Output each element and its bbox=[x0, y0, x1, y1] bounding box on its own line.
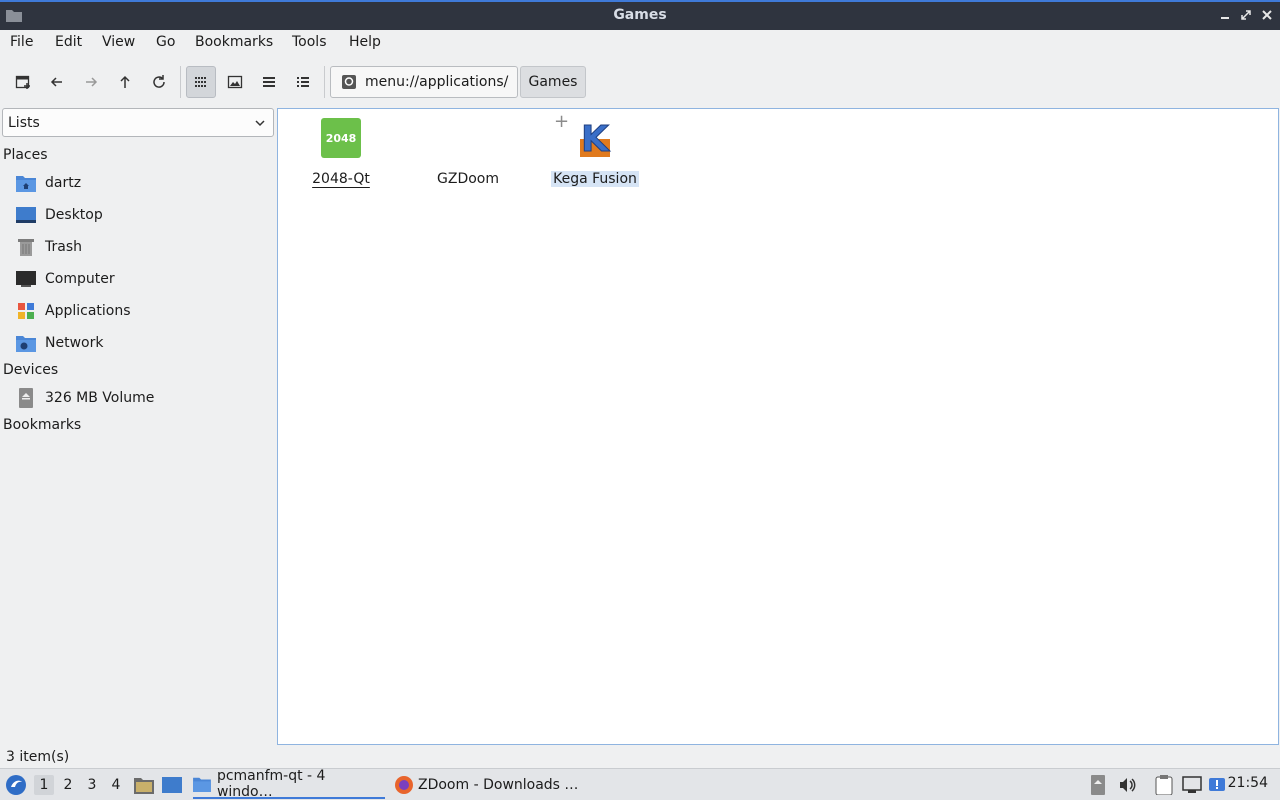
file-item-gzdoom[interactable]: GZDoom bbox=[413, 115, 523, 187]
show-desktop-icon[interactable] bbox=[162, 769, 182, 800]
title-bar: Games bbox=[0, 0, 1280, 30]
toolbar-separator bbox=[180, 66, 181, 98]
detailed-list-view-button[interactable] bbox=[288, 66, 318, 98]
task-pcmanfm[interactable]: pcmanfm-qt - 4 windo… bbox=[193, 768, 385, 800]
window-title: Games bbox=[613, 7, 667, 23]
menu-go[interactable]: Go bbox=[156, 34, 175, 50]
side-pane-mode-select[interactable]: Lists bbox=[2, 108, 274, 137]
forward-button[interactable] bbox=[76, 66, 106, 98]
firefox-icon bbox=[395, 776, 413, 794]
sidebar-item-volume[interactable]: 326 MB Volume bbox=[16, 384, 274, 412]
path-bar[interactable]: menu://applications/ bbox=[330, 66, 518, 98]
menu-bookmarks[interactable]: Bookmarks bbox=[195, 34, 273, 50]
toolbar-separator bbox=[324, 66, 325, 98]
sidebar-item-label: Desktop bbox=[45, 207, 103, 223]
clock[interactable]: 21:54 bbox=[1228, 775, 1268, 791]
gzdoom-icon bbox=[447, 117, 489, 159]
sidebar-item-label: Network bbox=[45, 335, 104, 351]
chevron-down-icon bbox=[253, 116, 267, 130]
volume-icon[interactable] bbox=[1118, 769, 1136, 800]
workspace-2[interactable]: 2 bbox=[58, 775, 78, 795]
kega-fusion-icon: K bbox=[574, 117, 616, 159]
new-tab-button[interactable] bbox=[8, 66, 38, 98]
sidebar-item-label: 326 MB Volume bbox=[45, 390, 155, 406]
menu-bar: File Edit View Go Bookmarks Tools Help bbox=[0, 30, 1280, 56]
compact-view-button[interactable] bbox=[254, 66, 284, 98]
task-label: ZDoom - Downloads … bbox=[418, 777, 579, 793]
menu-help[interactable]: Help bbox=[349, 34, 381, 50]
back-button[interactable] bbox=[42, 66, 72, 98]
toolbar: menu://applications/ Games bbox=[0, 58, 1280, 106]
menu-view[interactable]: View bbox=[102, 34, 135, 50]
path-text: menu://applications/ bbox=[365, 74, 509, 90]
workspace-4[interactable]: 4 bbox=[106, 775, 126, 795]
applications-icon bbox=[16, 301, 36, 321]
file-item-kega-fusion[interactable]: K Kega Fusion bbox=[540, 115, 650, 187]
task-zdoom[interactable]: ZDoom - Downloads … bbox=[394, 771, 584, 799]
location-icon bbox=[341, 74, 357, 90]
computer-icon bbox=[16, 269, 36, 289]
notification-icon[interactable] bbox=[1208, 769, 1226, 800]
sidebar-item-network[interactable]: Network bbox=[16, 329, 274, 357]
clipboard-icon[interactable] bbox=[1155, 769, 1173, 800]
sidebar-item-trash[interactable]: Trash bbox=[16, 233, 274, 261]
task-label: pcmanfm-qt - 4 windo… bbox=[216, 768, 326, 800]
menu-file[interactable]: File bbox=[10, 34, 33, 50]
maximize-button[interactable] bbox=[1237, 6, 1255, 24]
file-view[interactable]: 2048 2048-Qt GZDoom + K Kega Fusion bbox=[277, 108, 1279, 745]
close-button[interactable] bbox=[1258, 6, 1276, 24]
bookmarks-header: Bookmarks bbox=[3, 417, 82, 433]
side-pane: Lists Places dartz Desktop Trash Compute… bbox=[0, 108, 276, 746]
2048-icon: 2048 bbox=[320, 117, 362, 159]
drive-icon bbox=[16, 388, 36, 408]
sidebar-item-computer[interactable]: Computer bbox=[16, 265, 274, 293]
desktop-icon bbox=[16, 205, 36, 225]
removable-media-tray-icon[interactable] bbox=[1090, 769, 1106, 800]
2048-icon-text: 2048 bbox=[326, 132, 357, 145]
icon-view-button[interactable] bbox=[186, 66, 216, 98]
menu-edit[interactable]: Edit bbox=[55, 34, 82, 50]
sidebar-item-dartz[interactable]: dartz bbox=[16, 169, 274, 197]
file-label: Kega Fusion bbox=[551, 171, 639, 187]
side-pane-mode-value: Lists bbox=[8, 114, 40, 131]
main-menu-button[interactable] bbox=[5, 769, 27, 800]
folder-icon bbox=[193, 777, 211, 792]
file-manager-launcher-icon[interactable] bbox=[134, 769, 154, 800]
reload-button[interactable] bbox=[144, 66, 174, 98]
file-item-2048-qt[interactable]: 2048 2048-Qt bbox=[286, 115, 396, 187]
network-icon bbox=[16, 333, 36, 353]
up-button[interactable] bbox=[110, 66, 140, 98]
breadcrumb-games[interactable]: Games bbox=[520, 66, 586, 98]
thumbnail-view-button[interactable] bbox=[220, 66, 250, 98]
sidebar-item-applications[interactable]: Applications bbox=[16, 297, 274, 325]
sidebar-item-desktop[interactable]: Desktop bbox=[16, 201, 274, 229]
places-header: Places bbox=[3, 147, 48, 163]
taskbar: 1 2 3 4 pcmanfm-qt - 4 windo… ZDoom - Do… bbox=[0, 768, 1280, 800]
trash-icon bbox=[16, 237, 36, 257]
file-label: 2048-Qt bbox=[312, 171, 370, 187]
sidebar-item-label: Computer bbox=[45, 271, 115, 287]
minimize-button[interactable] bbox=[1216, 6, 1234, 24]
workspace-3[interactable]: 3 bbox=[82, 775, 102, 795]
status-bar-text: 3 item(s) bbox=[6, 749, 70, 765]
sidebar-item-label: Applications bbox=[45, 303, 131, 319]
file-label: GZDoom bbox=[437, 171, 499, 187]
sidebar-item-label: dartz bbox=[45, 175, 82, 191]
devices-header: Devices bbox=[3, 362, 59, 378]
sidebar-item-label: Trash bbox=[45, 239, 82, 255]
menu-tools[interactable]: Tools bbox=[292, 34, 327, 50]
kega-icon-text: K bbox=[581, 119, 610, 159]
home-folder-icon bbox=[16, 173, 36, 193]
network-tray-icon[interactable] bbox=[1182, 769, 1202, 800]
workspace-1[interactable]: 1 bbox=[34, 775, 54, 795]
